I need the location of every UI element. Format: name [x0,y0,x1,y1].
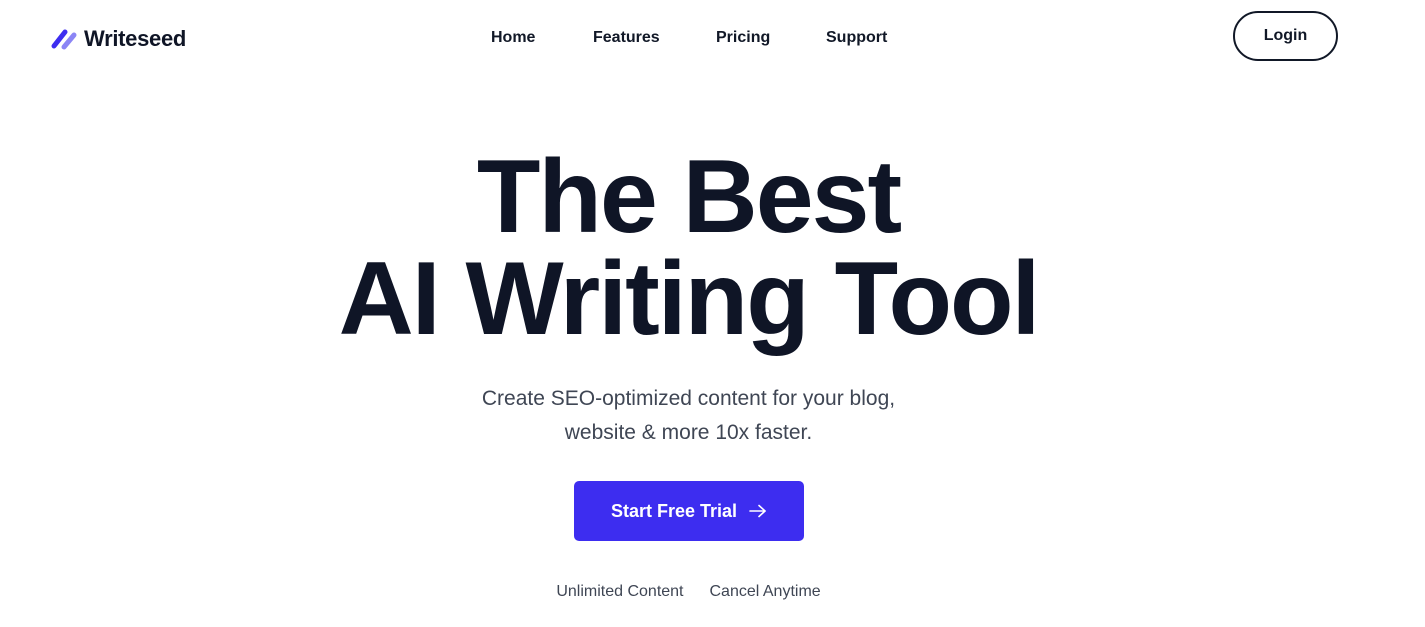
hero-title: The Best AI Writing Tool [0,139,1377,357]
hero-title-line-1: The Best [476,139,902,255]
perk-unlimited-content: Unlimited Content [556,583,684,600]
hero-perks: Unlimited Content Cancel Anytime [0,583,1377,601]
landing-page: Writeseed Home Features Pricing Support … [0,0,1425,627]
hero-subtitle: Create SEO-optimized content for your bl… [0,382,1377,450]
nav-item-support[interactable]: Support [826,28,887,48]
hero-subtitle-line-2: website & more 10x faster. [564,421,813,444]
perk-cancel-anytime: Cancel Anytime [709,583,821,600]
hero-subtitle-line-1: Create SEO-optimized content for your bl… [481,387,896,410]
start-free-trial-button[interactable]: Start Free Trial [574,481,804,541]
hero-title-line-2: AI Writing Tool [338,241,1041,357]
double-slash-logo-icon [51,29,77,50]
cta-label: Start Free Trial [610,500,738,521]
login-button[interactable]: Login [1233,11,1338,61]
brand-logo-link[interactable]: Writeseed [50,26,186,52]
nav-item-pricing[interactable]: Pricing [716,28,770,48]
brand-name: Writeseed [84,26,187,51]
nav-item-features[interactable]: Features [593,28,660,48]
nav-item-home[interactable]: Home [491,28,535,48]
arrow-right-icon [749,504,766,518]
